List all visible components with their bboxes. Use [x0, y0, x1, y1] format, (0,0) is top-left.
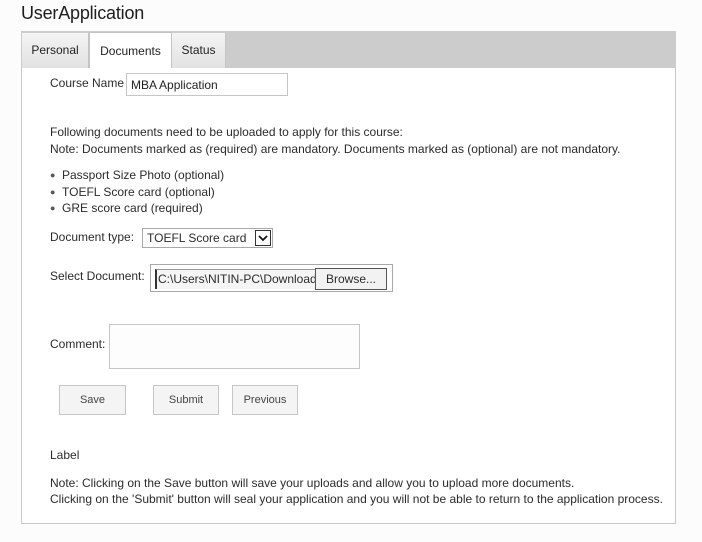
app-title: UserApplication	[21, 3, 145, 23]
tab-documents[interactable]: Documents	[89, 32, 172, 69]
submit-button[interactable]: Submit	[153, 385, 219, 415]
file-upload-control[interactable]: C:\Users\NITIN-PC\Downloads Browse...	[150, 264, 393, 292]
list-item: ● TOEFL Score card (optional)	[50, 184, 215, 199]
required-documents-list: ● Passport Size Photo (optional) ● TOEFL S…	[50, 167, 224, 217]
list-item: ● GRE score card (required)	[50, 201, 203, 215]
document-type-select[interactable]: TOEFL Score card	[142, 228, 273, 248]
save-button[interactable]: Save	[59, 385, 126, 415]
save-note: Note: Clicking on the Save button will s…	[50, 476, 575, 490]
comment-label: Comment:	[50, 337, 106, 351]
tab-status[interactable]: Status	[172, 33, 226, 68]
comment-textarea[interactable]	[109, 324, 360, 369]
submit-note: Clicking on the 'Submit' button will sea…	[50, 492, 663, 506]
documents-panel: Course Name Following documents need to …	[21, 68, 676, 524]
bullet-icon: ●	[50, 203, 56, 213]
tab-personal[interactable]: Personal	[22, 33, 89, 68]
status-label: Label	[50, 448, 80, 462]
course-name-input[interactable]	[126, 73, 288, 96]
intro-text: Following documents need to be uploaded …	[50, 125, 403, 139]
file-path-input[interactable]: C:\Users\NITIN-PC\Downloads	[155, 269, 315, 289]
chevron-down-icon[interactable]	[255, 230, 271, 246]
course-name-label: Course Name	[50, 76, 125, 90]
select-document-label: Select Document:	[50, 269, 145, 283]
tab-bar: Personal Documents Status	[21, 31, 676, 69]
document-type-label: Document type:	[50, 230, 135, 244]
bullet-icon: ●	[50, 186, 56, 197]
previous-button[interactable]: Previous	[232, 385, 298, 415]
intro-note: Note: Documents marked as (required) are…	[50, 142, 621, 156]
document-type-value: TOEFL Score card	[147, 231, 247, 245]
bullet-icon: ●	[50, 170, 56, 180]
browse-button[interactable]: Browse...	[315, 268, 387, 290]
list-item: ● Passport Size Photo (optional)	[50, 168, 225, 182]
